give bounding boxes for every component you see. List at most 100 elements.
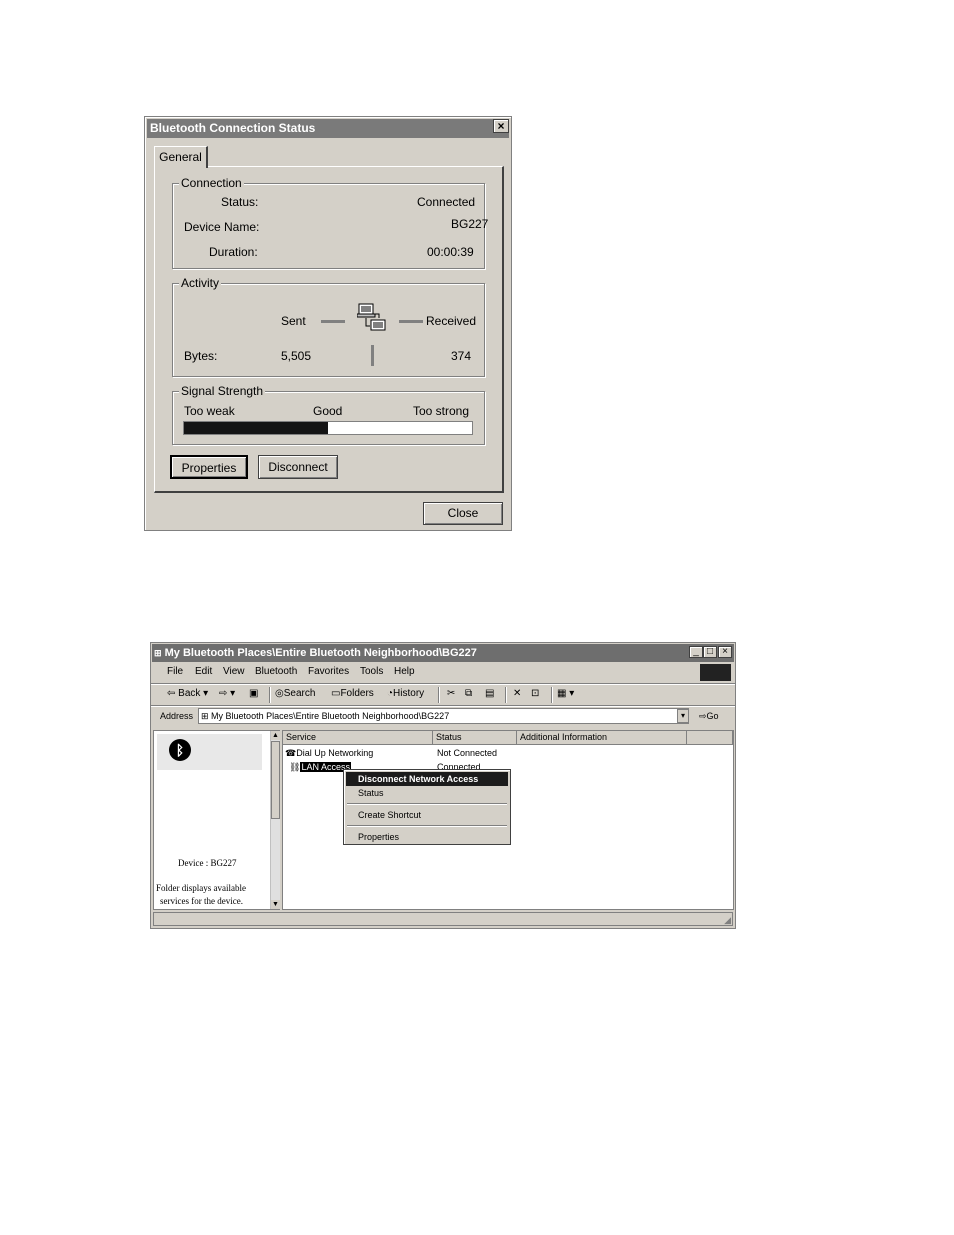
menu-separator — [347, 803, 507, 805]
dialog-title: Bluetooth Connection Status — [150, 121, 316, 135]
signal-strength-fill — [184, 422, 328, 434]
column-header-blank — [687, 731, 733, 745]
search-button[interactable]: ◎Search — [275, 687, 315, 701]
menu-item-properties[interactable]: Properties — [346, 830, 508, 844]
paste-icon[interactable]: ▤ — [485, 687, 494, 701]
status-label: Status: — [221, 195, 259, 209]
delete-icon[interactable]: ✕ — [513, 687, 521, 701]
up-folder-icon[interactable]: ▣ — [249, 687, 258, 701]
address-input[interactable]: ⊞ My Bluetooth Places\Entire Bluetooth N… — [198, 708, 689, 724]
bluetooth-status-dialog: Bluetooth Connection Status × General Co… — [144, 116, 512, 531]
menu-favorites[interactable]: Favorites — [308, 665, 349, 679]
bytes-label: Bytes: — [184, 349, 218, 363]
device-info-pane: ᛒ Device : BG227 Folder displays availab… — [153, 730, 280, 910]
network-computers-icon — [357, 303, 386, 331]
properties-icon[interactable]: ⊡ — [531, 687, 539, 701]
resize-grip-icon[interactable]: ◢ — [724, 916, 731, 925]
bytes-sent-value: 5,505 — [281, 349, 312, 363]
toolbar-separator — [551, 687, 553, 703]
properties-button[interactable]: Properties — [170, 455, 248, 479]
address-dropdown-icon[interactable]: ▾ — [677, 709, 689, 723]
back-button[interactable]: ⇦ Back ▾ — [167, 687, 208, 701]
good-label: Good — [313, 404, 343, 418]
menu-item-create-shortcut[interactable]: Create Shortcut — [346, 808, 508, 822]
connection-legend: Connection — [179, 176, 244, 190]
menu-separator — [347, 825, 507, 827]
maximize-icon[interactable]: □ — [703, 646, 717, 658]
forward-arrow-icon: ⇨ ▾ — [219, 688, 236, 699]
activity-legend: Activity — [179, 276, 222, 290]
explorer-title: My Bluetooth Places\Entire Bluetooth Nei… — [164, 647, 477, 659]
scroll-thumb[interactable] — [271, 741, 280, 819]
cut-icon[interactable]: ✂ — [447, 687, 455, 701]
connection-group: Connection Status: Connected Device Name… — [172, 176, 489, 269]
toolbar-separator — [505, 687, 507, 703]
tab-general[interactable]: General — [154, 146, 208, 168]
window-close-icon[interactable]: × — [718, 646, 732, 658]
folders-button[interactable]: ▭Folders — [331, 687, 374, 701]
history-button[interactable]: ◔History — [387, 687, 424, 701]
menu-help[interactable]: Help — [394, 665, 415, 679]
close-button[interactable]: Close — [423, 502, 503, 525]
menu-item-disconnect-network-access[interactable]: Disconnect Network Access — [346, 772, 508, 786]
activity-group: Activity Sent Received Bytes: 5,505 374 — [172, 276, 485, 377]
context-menu: Disconnect Network Access Status Create … — [343, 769, 511, 845]
menu-bluetooth[interactable]: Bluetooth — [255, 665, 297, 679]
dialog-title-bar: Bluetooth Connection Status — [147, 119, 509, 138]
left-pane-scrollbar[interactable]: ▲ ▼ — [270, 731, 280, 909]
dialup-networking-icon: ☎ — [285, 748, 297, 758]
forward-button[interactable]: ⇨ ▾ — [219, 687, 235, 701]
sent-label: Sent — [281, 314, 306, 328]
signal-strength-bar — [183, 421, 473, 435]
close-icon[interactable]: × — [493, 119, 509, 133]
address-label: Address — [160, 711, 194, 721]
column-header-status[interactable]: Status — [433, 731, 517, 745]
toolbar-divider — [151, 705, 735, 707]
menu-tools[interactable]: Tools — [360, 665, 383, 679]
bluetooth-icon: ᛒ — [169, 739, 191, 761]
sent-line — [321, 320, 345, 323]
toolbar-separator — [269, 687, 271, 703]
disconnect-button[interactable]: Disconnect — [258, 455, 338, 479]
windows-logo-icon — [700, 664, 731, 681]
menu-item-status[interactable]: Status — [346, 786, 508, 800]
device-name-value: BG227 — [451, 217, 489, 231]
device-name-label: Device Name: — [184, 220, 260, 234]
column-header-additional-info[interactable]: Additional Information — [517, 731, 687, 745]
menu-divider — [151, 683, 735, 685]
scroll-down-icon[interactable]: ▼ — [271, 900, 280, 909]
folder-description-line2: services for the device. — [160, 896, 243, 906]
bluetooth-places-icon: ⊞ — [154, 648, 162, 658]
status-bar: ◢ — [153, 912, 733, 926]
activity-divider — [371, 345, 374, 366]
menu-edit[interactable]: Edit — [195, 665, 212, 679]
go-arrow-icon: ⇨ — [699, 711, 707, 721]
go-button[interactable]: ⇨Go — [699, 709, 719, 723]
back-arrow-icon: ⇦ — [167, 688, 179, 699]
received-label: Received — [426, 314, 477, 328]
device-name-text: Device : BG227 — [178, 858, 237, 868]
search-icon: ◎ — [275, 688, 284, 699]
list-item[interactable]: ☎Dial Up Networking — [285, 747, 373, 759]
views-icon[interactable]: ▦ ▾ — [557, 687, 574, 701]
general-panel: Connection Status: Connected Device Name… — [154, 166, 504, 493]
bytes-received-value: 374 — [451, 349, 472, 363]
list-item-selected[interactable]: ⛓LAN Access — [289, 761, 351, 773]
menu-file[interactable]: File — [167, 665, 183, 679]
lan-access-icon: ⛓ — [289, 762, 301, 772]
signal-strength-group: Signal Strength Too weak Good Too strong — [172, 384, 485, 445]
scroll-up-icon[interactable]: ▲ — [271, 731, 280, 740]
toolbar-separator — [438, 687, 440, 703]
bluetooth-places-icon: ⊞ — [201, 711, 212, 721]
too-strong-label: Too strong — [413, 404, 470, 418]
duration-label: Duration: — [209, 245, 258, 259]
copy-to-icon[interactable]: ⧉ — [465, 687, 472, 701]
too-weak-label: Too weak — [184, 404, 235, 418]
signal-legend: Signal Strength — [179, 384, 266, 398]
column-header-service[interactable]: Service — [283, 731, 433, 745]
list-item-status: Not Connected — [437, 748, 498, 758]
explorer-title-bar: ⊞ My Bluetooth Places\Entire Bluetooth N… — [152, 644, 734, 662]
menu-view[interactable]: View — [223, 665, 245, 679]
minimize-icon[interactable]: _ — [689, 646, 703, 658]
duration-value: 00:00:39 — [427, 245, 474, 259]
